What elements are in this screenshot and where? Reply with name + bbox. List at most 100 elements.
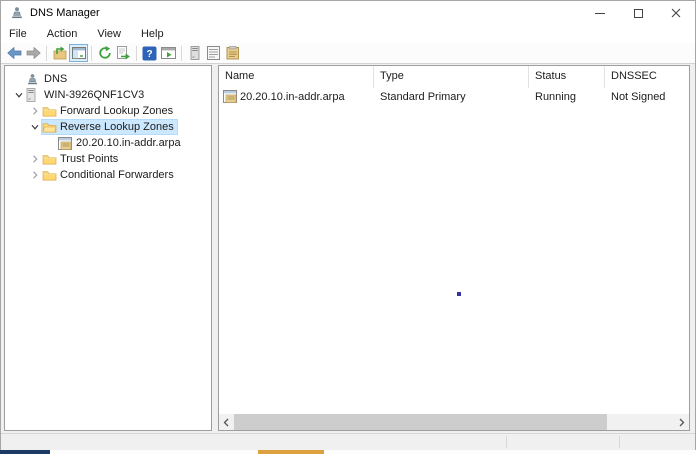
record-list-icon — [207, 46, 220, 60]
tree-item-label: 20.20.10.in-addr.arpa — [76, 137, 181, 149]
dns-root-icon — [26, 73, 43, 86]
content-area: DNS WIN-3926QNF1CV3 Forward Lookup Zones… — [1, 64, 695, 433]
tree-item-dns-root[interactable]: DNS — [5, 71, 211, 87]
up-one-level-button[interactable] — [50, 44, 69, 62]
notes-button[interactable] — [223, 44, 242, 62]
toolbar-separator — [46, 45, 47, 61]
tree-item-forward-lookup-zones[interactable]: Forward Lookup Zones — [5, 103, 211, 119]
column-header-type[interactable]: Type — [374, 66, 529, 88]
zone-name-cell: 20.20.10.in-addr.arpa — [219, 90, 374, 103]
console-tree-pane: DNS WIN-3926QNF1CV3 Forward Lookup Zones… — [4, 65, 212, 431]
svg-text:?: ? — [146, 49, 152, 60]
window-controls — [581, 1, 695, 25]
chevron-collapsed-icon[interactable] — [27, 105, 42, 117]
statusbar — [1, 433, 695, 450]
toolbar-separator — [91, 45, 92, 61]
export-list-button[interactable] — [114, 44, 133, 62]
tree-item-label: DNS — [44, 73, 68, 85]
maximize-button[interactable] — [619, 1, 657, 25]
tree-item-label: Conditional Forwarders — [60, 169, 174, 181]
menu-file[interactable]: File — [9, 28, 36, 40]
toolbar-separator — [181, 45, 182, 61]
folder-icon — [42, 169, 59, 181]
zone-name: 20.20.10.in-addr.arpa — [240, 90, 345, 103]
tree-item-conditional-forwarders[interactable]: Conditional Forwarders — [5, 167, 211, 183]
close-button[interactable] — [657, 1, 695, 25]
zone-type-cell: Standard Primary — [380, 90, 466, 103]
tree-item-label: Reverse Lookup Zones — [60, 121, 174, 133]
back-arrow-icon — [7, 47, 22, 59]
toolbar-separator — [136, 45, 137, 61]
notes-icon — [226, 46, 239, 60]
scroll-right-icon — [679, 418, 685, 426]
zone-icon — [223, 90, 237, 103]
titlebar: DNS Manager — [1, 1, 695, 25]
tree-item-label: WIN-3926QNF1CV3 — [44, 89, 145, 101]
dns-manager-window: DNS Manager File Action View Help ? DNS … — [0, 0, 696, 450]
selected-tree-item: Reverse Lookup Zones — [41, 119, 178, 135]
background-orange-block — [258, 450, 324, 454]
scroll-left-icon — [223, 418, 229, 426]
cursor-dot — [457, 292, 461, 296]
chevron-slot — [43, 137, 58, 149]
zone-dnssec-cell: Not Signed — [611, 90, 666, 103]
scrollbar-thumb[interactable] — [234, 414, 607, 430]
close-icon — [671, 8, 681, 18]
tree-item-server[interactable]: WIN-3926QNF1CV3 — [5, 87, 211, 103]
dns-app-icon — [10, 6, 24, 20]
zone-list-pane: Name Type Status DNSSEC Status — [218, 65, 690, 431]
tree-item-label: Forward Lookup Zones — [60, 105, 174, 117]
forward-button[interactable] — [24, 44, 43, 62]
background-navy-block — [0, 450, 50, 454]
refresh-button[interactable] — [95, 44, 114, 62]
background-page-strip — [0, 450, 696, 454]
chevron-collapsed-icon[interactable] — [27, 169, 42, 181]
help-icon: ? — [142, 46, 157, 60]
menubar: File Action View Help — [1, 25, 695, 43]
tree-item-label: Trust Points — [60, 153, 119, 165]
horizontal-scrollbar[interactable] — [219, 414, 689, 430]
record-list-button[interactable] — [204, 44, 223, 62]
chevron-slot — [11, 73, 26, 85]
zone-status-cell: Running — [535, 90, 576, 103]
column-header-name[interactable]: Name — [219, 66, 374, 88]
menu-view[interactable]: View — [97, 28, 130, 40]
menu-help[interactable]: Help — [141, 28, 173, 40]
scroll-right-button[interactable] — [674, 414, 689, 430]
tree-item-zone-20-20-10[interactable]: 20.20.10.in-addr.arpa — [5, 135, 211, 151]
server-icon — [190, 46, 199, 60]
minimize-icon — [595, 12, 605, 14]
server-button[interactable] — [185, 44, 204, 62]
action-pane-icon — [161, 47, 176, 59]
tree-item-reverse-lookup-zones[interactable]: Reverse Lookup Zones — [5, 119, 211, 135]
scroll-left-button[interactable] — [219, 414, 234, 430]
chevron-expanded-icon[interactable] — [11, 89, 26, 101]
window-title: DNS Manager — [30, 7, 100, 19]
folder-icon — [42, 153, 59, 165]
refresh-icon — [98, 46, 111, 59]
console-tree-icon — [71, 47, 86, 59]
forward-arrow-icon — [26, 47, 41, 59]
statusbar-divider — [506, 436, 507, 448]
maximize-icon — [633, 8, 643, 18]
server-node-icon — [26, 88, 43, 102]
chevron-expanded-icon[interactable] — [27, 121, 42, 133]
statusbar-divider — [619, 436, 620, 448]
show-hide-console-tree-button[interactable] — [69, 44, 88, 62]
toolbar: ? — [1, 43, 695, 64]
tree-item-trust-points[interactable]: Trust Points — [5, 151, 211, 167]
menu-action[interactable]: Action — [47, 28, 87, 40]
minimize-button[interactable] — [581, 1, 619, 25]
zone-row[interactable]: 20.20.10.in-addr.arpa Standard Primary R… — [219, 88, 689, 105]
folder-open-icon — [42, 121, 59, 133]
chevron-collapsed-icon[interactable] — [27, 153, 42, 165]
back-button[interactable] — [5, 44, 24, 62]
help-button[interactable]: ? — [140, 44, 159, 62]
zone-icon — [58, 136, 75, 150]
column-header-dnssec-status[interactable]: DNSSEC Status — [605, 66, 689, 88]
up-one-level-icon — [53, 46, 66, 60]
screen: DNS Manager File Action View Help ? DNS … — [0, 0, 696, 454]
list-header: Name Type Status DNSSEC Status — [219, 66, 689, 88]
show-action-pane-button[interactable] — [159, 44, 178, 62]
column-header-status[interactable]: Status — [529, 66, 605, 88]
